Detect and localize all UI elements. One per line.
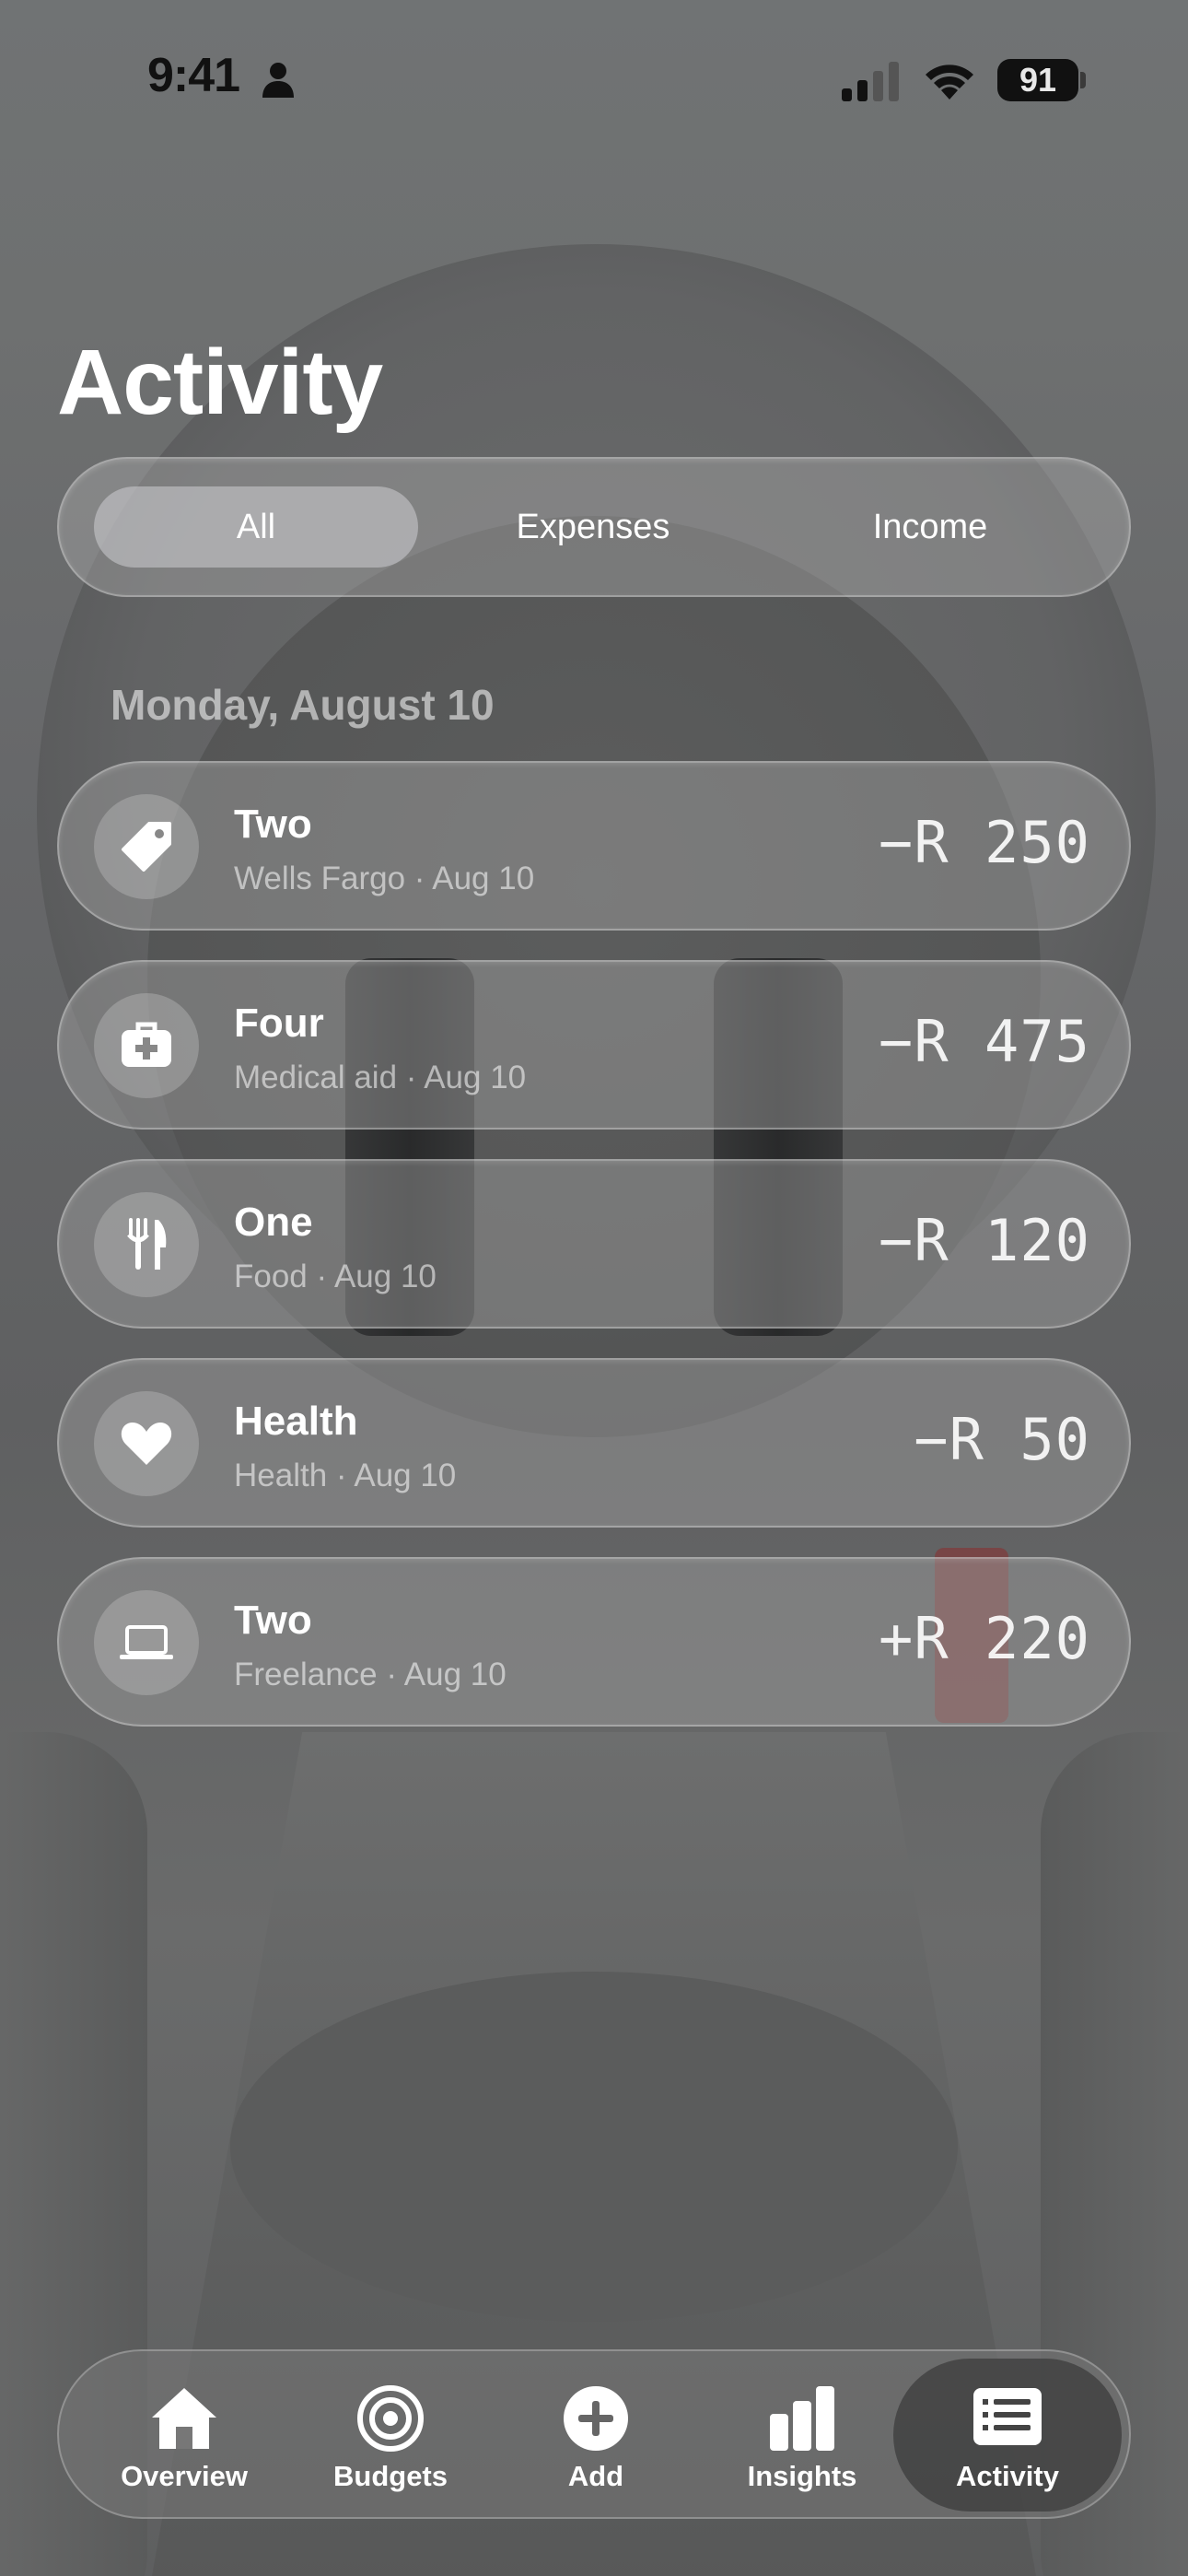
transaction-subtitle: Food · Aug 10: [234, 1259, 437, 1294]
tab-add[interactable]: Add: [493, 2359, 699, 2512]
filter-expenses[interactable]: Expenses: [431, 486, 755, 568]
tab-overview[interactable]: Overview: [81, 2359, 287, 2512]
tab-insights[interactable]: Insights: [699, 2359, 905, 2512]
status-bar: 9:41 91: [0, 0, 1188, 157]
battery-nub: [1080, 72, 1086, 88]
tab-label: Add: [567, 2460, 624, 2492]
wifi-icon: [926, 64, 973, 100]
transaction-row[interactable]: One Food · Aug 10 −R 120: [57, 1159, 1131, 1329]
date-section-header: Monday, August 10: [111, 681, 495, 729]
transaction-row[interactable]: Four Medical aid · Aug 10 −R 475: [57, 960, 1131, 1130]
transaction-row[interactable]: Two Wells Fargo · Aug 10 −R 250: [57, 761, 1131, 931]
status-time: 9:41: [147, 49, 240, 102]
transaction-subtitle: Medical aid · Aug 10: [234, 1060, 527, 1095]
transaction-amount: −R 120: [879, 1207, 1090, 1274]
tab-budgets[interactable]: Budgets: [287, 2359, 494, 2512]
transaction-amount: −R 250: [879, 809, 1090, 876]
tab-label: Insights: [747, 2460, 857, 2492]
tab-label: Budgets: [333, 2460, 448, 2492]
transaction-icon-badge: [94, 1391, 199, 1496]
medical-kit-icon: [122, 1022, 171, 1067]
person-icon: [262, 63, 294, 98]
page-title: Activity: [57, 331, 383, 434]
transaction-name: One: [234, 1200, 313, 1245]
filter-segmented-control: All Expenses Income: [57, 457, 1131, 597]
tab-activity[interactable]: Activity: [893, 2359, 1122, 2512]
bar-chart-icon: [770, 2386, 834, 2451]
transaction-amount: −R 475: [879, 1008, 1090, 1075]
transaction-name: Four: [234, 1001, 324, 1046]
transaction-amount: +R 220: [879, 1605, 1090, 1672]
battery-indicator: 91: [997, 59, 1078, 101]
transaction-name: Health: [234, 1399, 358, 1444]
tab-label: Overview: [121, 2460, 248, 2492]
cellular-signal-icon: [842, 62, 899, 101]
fork-knife-icon: [127, 1218, 167, 1270]
transaction-subtitle: Wells Fargo · Aug 10: [234, 861, 535, 896]
house-icon: [152, 2388, 216, 2449]
transaction-row[interactable]: Health Health · Aug 10 −R 50: [57, 1358, 1131, 1528]
transaction-amount: −R 50: [914, 1406, 1090, 1473]
transaction-name: Two: [234, 802, 312, 847]
laptop-icon: [120, 1625, 173, 1659]
tag-icon: [122, 822, 171, 872]
filter-income[interactable]: Income: [768, 486, 1092, 568]
plus-circle-icon: [564, 2386, 628, 2451]
filter-all[interactable]: All: [94, 486, 418, 568]
transaction-icon-badge: [94, 1192, 199, 1297]
transaction-name: Two: [234, 1598, 312, 1643]
transaction-row[interactable]: Two Freelance · Aug 10 +R 220: [57, 1557, 1131, 1727]
tab-label: Activity: [956, 2460, 1059, 2492]
transaction-subtitle: Health · Aug 10: [234, 1458, 457, 1493]
transaction-icon-badge: [94, 794, 199, 899]
heart-icon: [121, 1423, 172, 1465]
target-icon: [357, 2385, 424, 2452]
transaction-subtitle: Freelance · Aug 10: [234, 1657, 507, 1692]
tab-bar: Overview Budgets Add Insights Activity: [57, 2349, 1131, 2519]
transaction-icon-badge: [94, 993, 199, 1098]
list-icon: [973, 2388, 1042, 2445]
transaction-icon-badge: [94, 1590, 199, 1695]
